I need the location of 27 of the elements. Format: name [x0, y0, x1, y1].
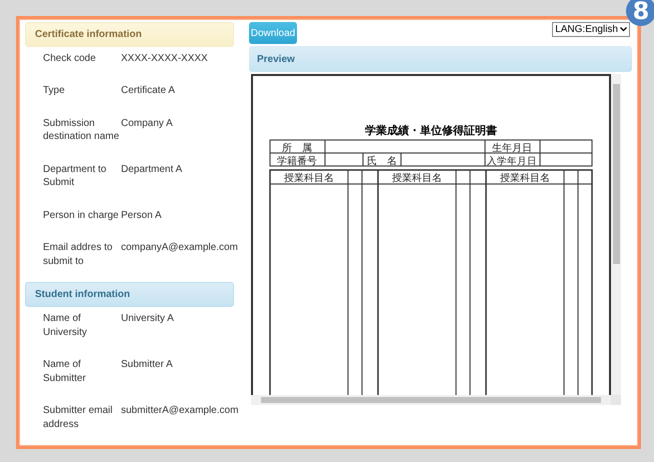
- scrollbar-corner: [611, 395, 621, 405]
- field-label: Department to Submit: [43, 162, 108, 190]
- vertical-scrollbar[interactable]: [611, 74, 621, 395]
- horizontal-scrollbar[interactable]: [251, 395, 611, 405]
- chevron-down-icon: [620, 27, 627, 32]
- step-number-badge: 8: [626, 0, 654, 26]
- section-header: Certificate information: [25, 22, 234, 47]
- field-value: Department A: [121, 162, 184, 177]
- field-value: submitterA@example.com: [121, 404, 238, 418]
- field-label: Person in charge: [43, 208, 120, 222]
- field-label: Submission destination name: [43, 116, 120, 144]
- field-label: Check code: [43, 52, 97, 66]
- field-value: companyA@example.com: [121, 241, 238, 256]
- field-label: Name of University: [43, 312, 88, 339]
- field-value: Submitter A: [121, 358, 174, 372]
- field-value: Person A: [121, 208, 163, 222]
- field-label: Submitter email address: [43, 404, 114, 431]
- language-select[interactable]: LANG:English: [552, 22, 630, 37]
- field-label: Name of Submitter: [43, 358, 87, 385]
- field-label: Email addres to submit to: [43, 241, 114, 268]
- field-value: Company A: [121, 116, 174, 131]
- field-value: University A: [121, 312, 175, 326]
- field-value: XXXX-XXXX-XXXX: [121, 52, 209, 66]
- field-value: Certificate A: [121, 84, 176, 98]
- field-label: Type: [43, 84, 66, 98]
- section-header: Student information: [25, 282, 234, 307]
- preview-header: Preview: [249, 46, 632, 72]
